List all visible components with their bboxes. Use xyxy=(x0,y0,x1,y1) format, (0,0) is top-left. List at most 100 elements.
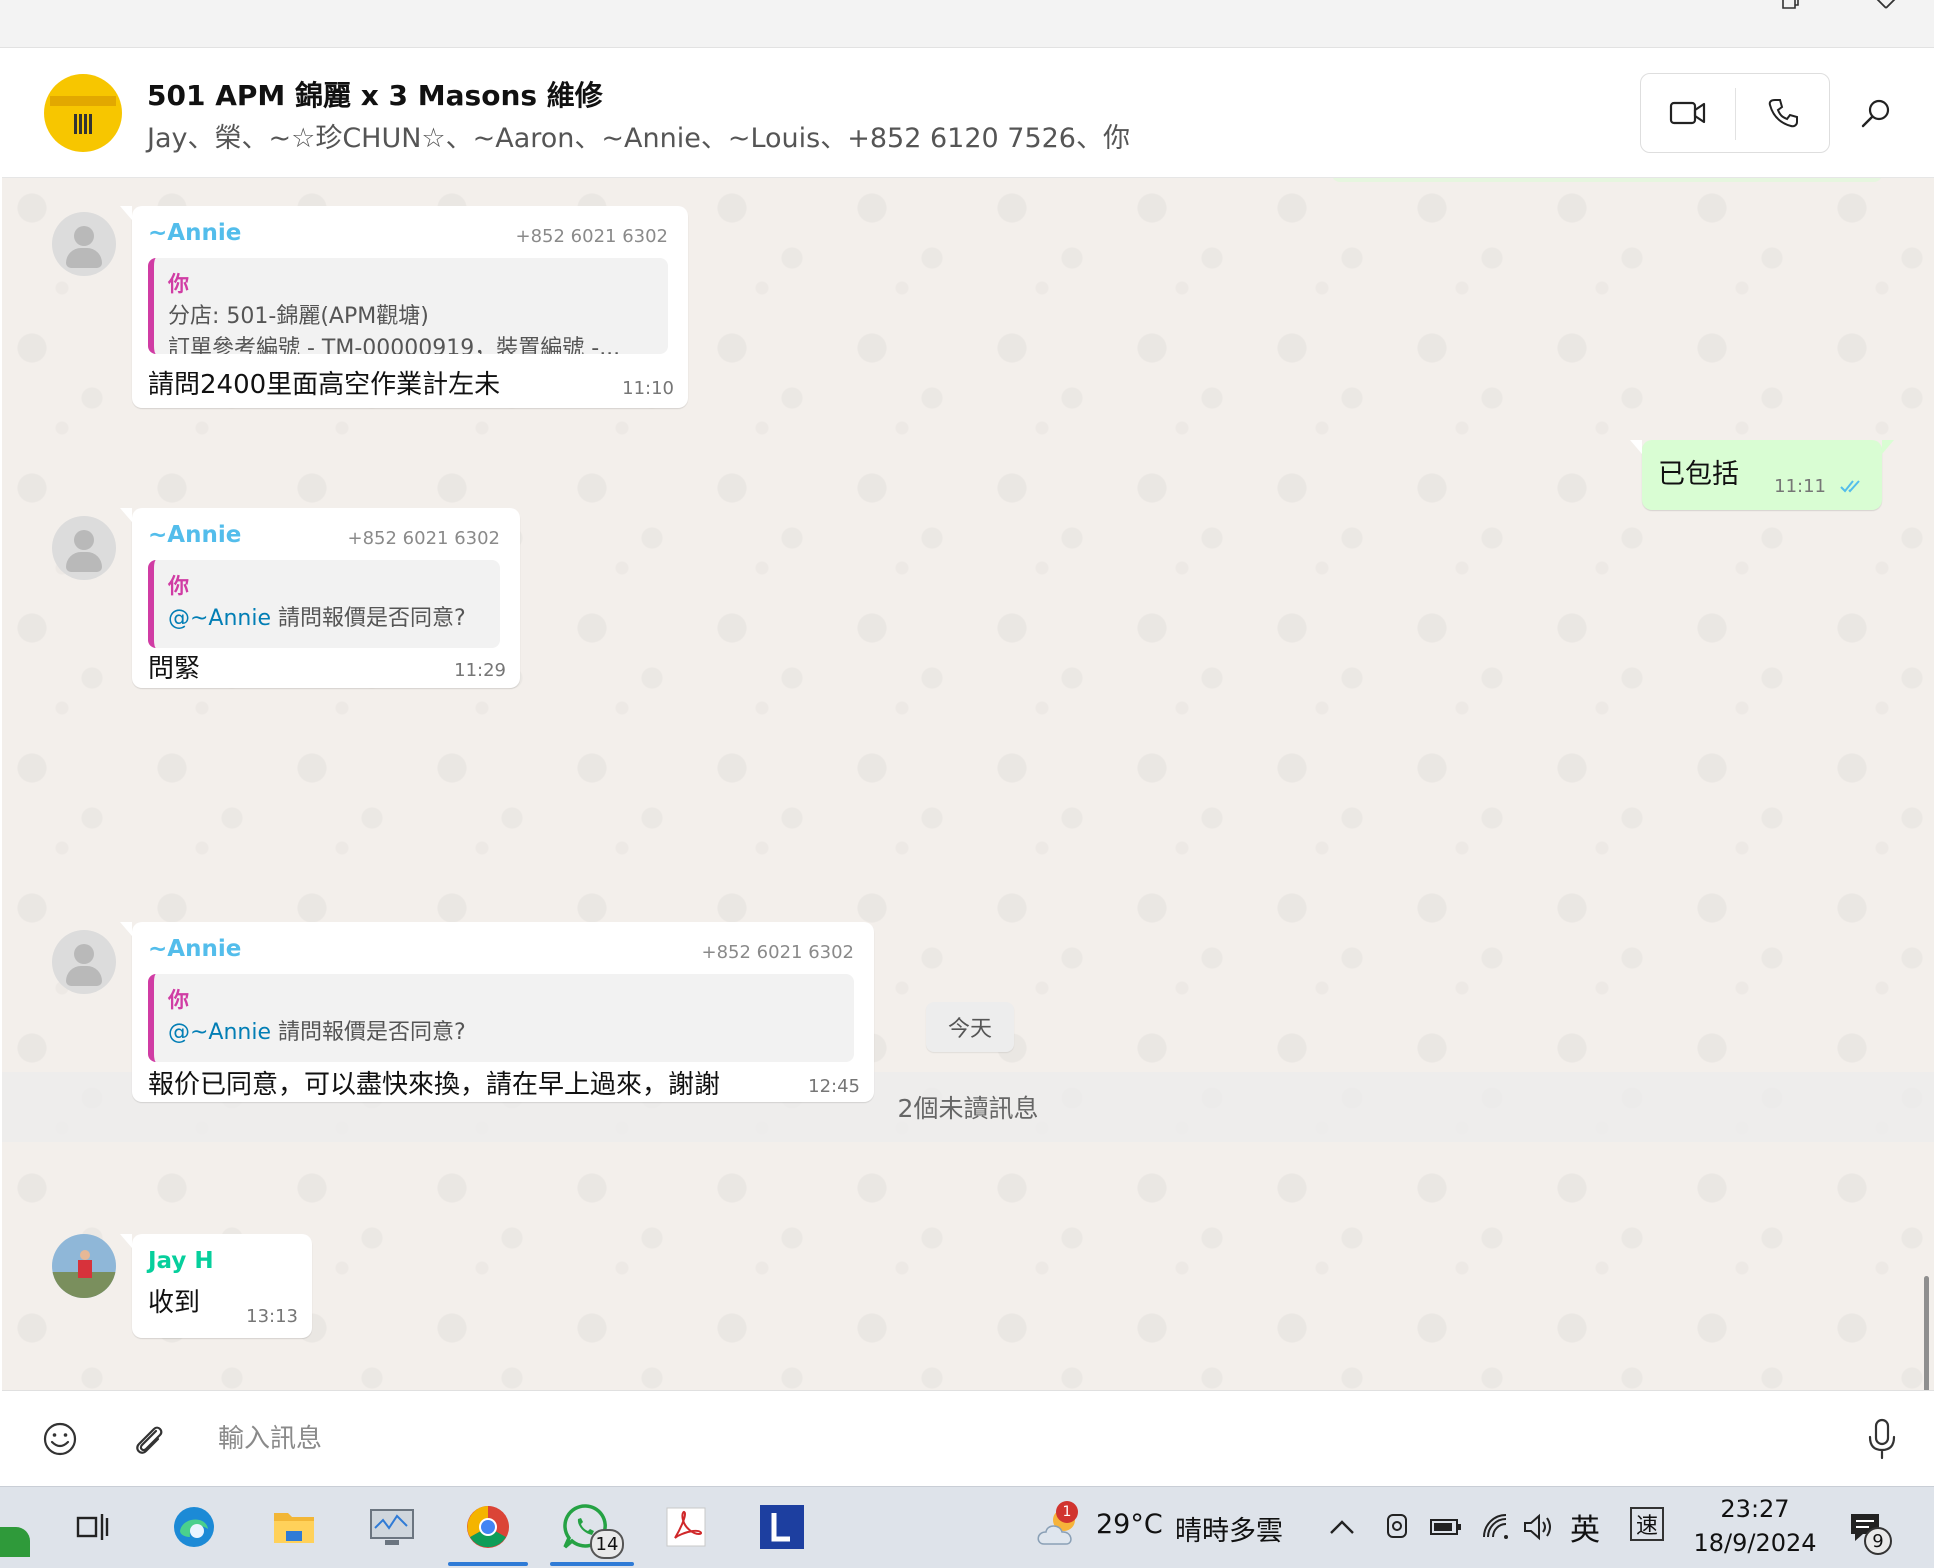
sender-avatar[interactable] xyxy=(52,516,116,580)
file-explorer-icon xyxy=(274,1513,314,1543)
weather-temperature[interactable]: 29°C xyxy=(1096,1509,1163,1540)
chevron-up-icon xyxy=(1330,1520,1354,1534)
avatar-body xyxy=(66,966,102,986)
wifi-button[interactable] xyxy=(1474,1499,1518,1555)
chrome-button[interactable] xyxy=(460,1499,516,1555)
windows-taskbar: 14 1 29°C 晴時多雲 英 速 23:27 18/9/2024 9 xyxy=(0,1486,1934,1568)
message-time: 11:29 xyxy=(454,660,506,681)
message-text: 已包括 xyxy=(1658,459,1739,490)
speed-mode-indicator[interactable]: 速 xyxy=(1630,1507,1664,1541)
input-method-indicator[interactable]: 英 xyxy=(1570,1505,1600,1549)
edge-icon xyxy=(174,1507,214,1547)
message-bubble[interactable]: ~Annie +852 6021 6302 你 @~Annie 請問報價是否同意… xyxy=(120,922,874,1102)
weather-alert-badge: 1 xyxy=(1056,1501,1078,1523)
message-text: 問緊 xyxy=(148,654,201,684)
speaker-icon xyxy=(1524,1513,1551,1541)
message-text: 請問2400里面高空作業計左未 xyxy=(148,370,501,400)
previous-message-edge xyxy=(1332,178,1882,182)
quote-author: 你 xyxy=(168,272,189,296)
camera-tray-button[interactable] xyxy=(1378,1499,1418,1555)
message-bubble[interactable]: ~Annie +852 6021 6302 你 分店: 501-錦麗(APM觀塘… xyxy=(120,206,688,408)
acrobat-button[interactable] xyxy=(658,1499,714,1555)
qr-code-graphic xyxy=(74,114,94,134)
volume-button[interactable] xyxy=(1516,1499,1560,1555)
acrobat-icon xyxy=(666,1507,706,1547)
task-view-button[interactable] xyxy=(64,1499,120,1555)
group-avatar[interactable] xyxy=(44,74,122,152)
phone-icon xyxy=(1768,99,1798,128)
sender-avatar-photo[interactable] xyxy=(52,1234,116,1298)
message-time: 11:10 xyxy=(622,378,674,399)
message-time: 13:13 xyxy=(246,1306,298,1327)
close-icon xyxy=(1876,0,1896,9)
quoted-message[interactable]: 你 分店: 501-錦麗(APM觀塘) 訂單參考編號 - TM-00000919… xyxy=(148,258,668,354)
photo-person-head xyxy=(80,1250,90,1260)
scrollbar[interactable] xyxy=(1924,1276,1929,1390)
attach-button[interactable] xyxy=(128,1419,168,1459)
monitor-app-button[interactable] xyxy=(364,1499,420,1555)
chat-title[interactable]: 501 APM 錦麗 x 3 Masons 維修 xyxy=(147,74,603,114)
message-text: 報价已同意，可以盡快來換，請在早上過來，謝謝 xyxy=(148,1070,721,1100)
avatar-head xyxy=(74,944,94,964)
avatar-body xyxy=(66,552,102,572)
emoji-button[interactable] xyxy=(40,1419,80,1459)
paperclip-icon xyxy=(136,1426,163,1454)
whatsapp-window: 501 APM 錦麗 x 3 Masons 維修 Jay、榮、~☆珍CHUN☆、… xyxy=(2,48,1934,1486)
sender-avatar[interactable] xyxy=(52,930,116,994)
sender-name[interactable]: Jay H xyxy=(148,1248,214,1274)
message-input[interactable] xyxy=(218,1413,1818,1465)
chrome-active-indicator xyxy=(448,1562,528,1566)
l-app-button[interactable] xyxy=(754,1499,810,1555)
close-window-button[interactable] xyxy=(1866,0,1902,22)
sender-name[interactable]: ~Annie xyxy=(148,220,241,246)
sender-phone: +852 6021 6302 xyxy=(701,942,855,963)
quoted-message[interactable]: 你 @~Annie 請問報價是否同意? xyxy=(148,560,500,648)
notification-count-badge: 9 xyxy=(1864,1527,1892,1555)
date-divider: 今天 xyxy=(926,1002,1014,1052)
webcam-icon xyxy=(1387,1514,1407,1538)
quote-rest: 請問報價是否同意? xyxy=(271,1020,466,1045)
avatar-head xyxy=(74,226,94,246)
search-icon xyxy=(1861,99,1890,128)
show-hidden-icons-button[interactable] xyxy=(1322,1499,1362,1555)
chat-members[interactable]: Jay、榮、~☆珍CHUN☆、~Aaron、~Annie、~Louis、+852… xyxy=(147,116,1130,155)
message-bubble[interactable]: Jay H 收到 13:13 xyxy=(120,1234,312,1338)
microphone-icon xyxy=(1868,1418,1896,1460)
quoted-message[interactable]: 你 @~Annie 請問報價是否同意? xyxy=(148,974,854,1062)
video-call-button[interactable] xyxy=(1641,74,1735,152)
search-button[interactable] xyxy=(1854,92,1898,136)
message-time: 12:45 xyxy=(808,1076,860,1097)
sender-name[interactable]: ~Annie xyxy=(148,522,241,548)
message-list[interactable]: ~Annie +852 6021 6302 你 分店: 501-錦麗(APM觀塘… xyxy=(2,178,1934,1390)
sender-avatar[interactable] xyxy=(52,212,116,276)
battery-icon xyxy=(1430,1519,1461,1535)
file-explorer-button[interactable] xyxy=(266,1499,322,1555)
l-app-icon xyxy=(760,1505,804,1549)
sender-name[interactable]: ~Annie xyxy=(148,936,241,962)
double-check-icon xyxy=(1840,480,1860,493)
quote-author: 你 xyxy=(168,988,189,1012)
message-composer xyxy=(2,1390,1934,1486)
wifi-icon xyxy=(1483,1514,1508,1539)
clock-time[interactable]: 23:27 xyxy=(1690,1495,1820,1523)
sender-phone: +852 6021 6302 xyxy=(515,226,669,247)
message-text: 收到 xyxy=(148,1288,201,1318)
monitor-app-icon xyxy=(370,1509,414,1545)
battery-button[interactable] xyxy=(1424,1499,1468,1555)
message-bubble[interactable]: ~Annie +852 6021 6302 你 @~Annie 請問報價是否同意… xyxy=(120,508,520,688)
avatar-body xyxy=(66,248,102,268)
restore-window-button[interactable] xyxy=(1772,0,1808,22)
weather-description[interactable]: 晴時多雲 xyxy=(1175,1509,1283,1548)
voice-call-button[interactable] xyxy=(1736,74,1830,152)
outgoing-message-bubble[interactable]: 已包括 11:11 xyxy=(1630,440,1894,510)
clock-date[interactable]: 18/9/2024 xyxy=(1690,1529,1820,1557)
widget-edge-icon[interactable] xyxy=(0,1527,30,1557)
chrome-icon xyxy=(467,1506,509,1548)
task-view-icon xyxy=(76,1514,109,1540)
edge-button[interactable] xyxy=(166,1499,222,1555)
voice-message-button[interactable] xyxy=(1862,1417,1902,1461)
mention[interactable]: @~Annie xyxy=(168,1020,271,1045)
chat-header[interactable]: 501 APM 錦麗 x 3 Masons 維修 Jay、榮、~☆珍CHUN☆、… xyxy=(2,48,1934,178)
mention[interactable]: @~Annie xyxy=(168,606,271,631)
call-buttons xyxy=(1640,73,1830,153)
